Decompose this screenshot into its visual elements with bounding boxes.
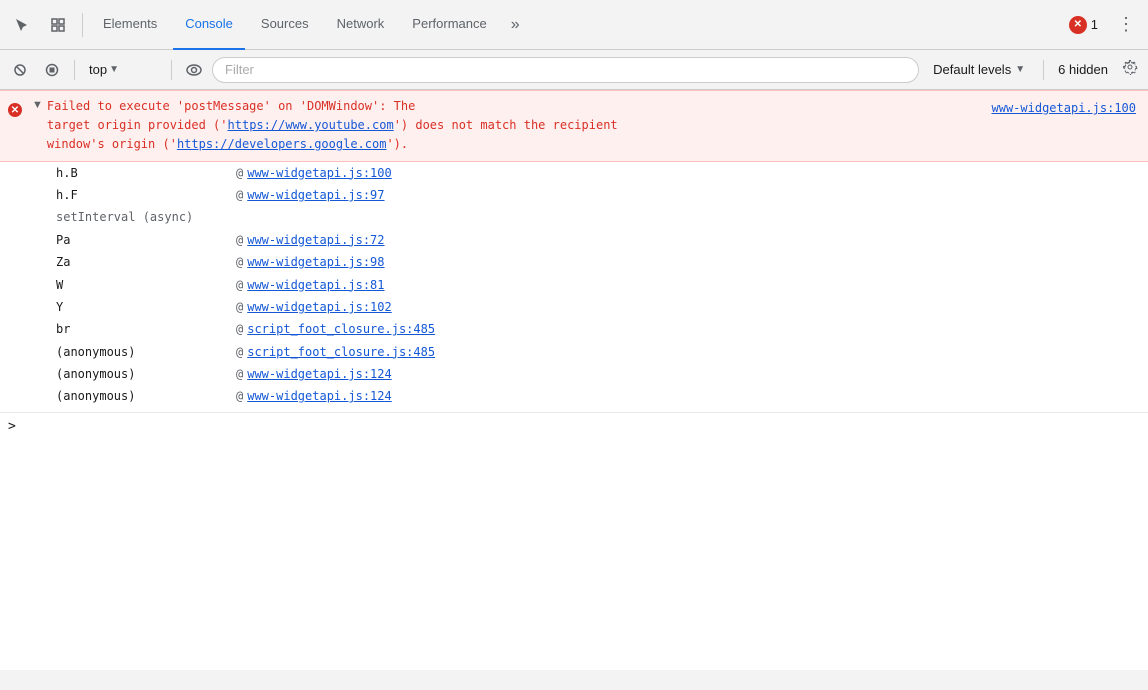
stack-row: br@ script_foot_closure.js:485 bbox=[0, 318, 1148, 340]
stack-row: Y@ www-widgetapi.js:102 bbox=[0, 296, 1148, 318]
tab-more-button[interactable]: » bbox=[503, 0, 528, 50]
stack-function-name: Pa bbox=[56, 230, 236, 250]
error-body: Failed to execute 'postMessage' on 'DOMW… bbox=[47, 97, 992, 155]
levels-arrow-icon: ▼ bbox=[1015, 64, 1025, 75]
console-settings-icon[interactable] bbox=[1118, 55, 1142, 84]
stack-function-name: h.B bbox=[56, 163, 236, 183]
stack-source-link[interactable]: www-widgetapi.js:81 bbox=[247, 275, 384, 295]
stack-at-symbol: @ bbox=[236, 364, 243, 384]
error-message: Failed to execute 'postMessage' on 'DOMW… bbox=[47, 99, 618, 151]
console-toolbar: top ▼ Default levels ▼ 6 hidden bbox=[0, 50, 1148, 90]
tab-network[interactable]: Network bbox=[325, 0, 397, 50]
stack-function-name: (anonymous) bbox=[56, 364, 236, 384]
stack-source-link[interactable]: script_foot_closure.js:485 bbox=[247, 342, 435, 362]
error-source-link[interactable]: www-widgetapi.js:100 bbox=[992, 97, 1148, 115]
toolbar-divider-1 bbox=[82, 13, 83, 37]
stack-at-symbol: @ bbox=[236, 185, 243, 205]
filter-input[interactable] bbox=[212, 57, 919, 83]
error-icon-col: ✕ bbox=[4, 97, 28, 117]
error-entry: ✕ ▼ Failed to execute 'postMessage' on '… bbox=[0, 90, 1148, 162]
devtools-tab-bar: Elements Console Sources Network Perform… bbox=[0, 0, 1148, 50]
stack-row: W@ www-widgetapi.js:81 bbox=[0, 274, 1148, 296]
expand-error-arrow[interactable]: ▼ bbox=[28, 99, 47, 111]
stack-source-link[interactable]: www-widgetapi.js:98 bbox=[247, 252, 384, 272]
stack-source-link[interactable]: script_foot_closure.js:485 bbox=[247, 319, 435, 339]
tab-elements[interactable]: Elements bbox=[91, 0, 169, 50]
stack-row: (anonymous)@ www-widgetapi.js:124 bbox=[0, 385, 1148, 407]
stack-source-link[interactable]: www-widgetapi.js:124 bbox=[247, 386, 392, 406]
stack-at-symbol: @ bbox=[236, 319, 243, 339]
stack-function-name: (anonymous) bbox=[56, 386, 236, 406]
context-label: top bbox=[89, 62, 107, 77]
error-count-badge[interactable]: ✕ 1 bbox=[1061, 14, 1106, 36]
stack-function-name: br bbox=[56, 319, 236, 339]
stack-source-link[interactable]: www-widgetapi.js:72 bbox=[247, 230, 384, 250]
stack-function-name: (anonymous) bbox=[56, 342, 236, 362]
stack-row: (anonymous)@ www-widgetapi.js:124 bbox=[0, 363, 1148, 385]
stop-recording-button[interactable] bbox=[38, 56, 66, 84]
hidden-count-label[interactable]: 6 hidden bbox=[1052, 60, 1114, 79]
error-circle-icon: ✕ bbox=[1069, 16, 1087, 34]
tab-console[interactable]: Console bbox=[173, 0, 245, 50]
console-toolbar-divider-1 bbox=[74, 60, 75, 80]
stack-source-link[interactable]: www-widgetapi.js:97 bbox=[247, 185, 384, 205]
stack-at-symbol: @ bbox=[236, 275, 243, 295]
error-count-label: 1 bbox=[1091, 17, 1098, 32]
stack-frames-container: h.B@ www-widgetapi.js:100h.F@ www-widget… bbox=[0, 162, 1148, 408]
stack-at-symbol: @ bbox=[236, 297, 243, 317]
prompt-chevron-icon: > bbox=[8, 419, 16, 434]
stack-at-symbol: @ bbox=[236, 386, 243, 406]
stack-function-name: W bbox=[56, 275, 236, 295]
console-prompt[interactable]: > bbox=[0, 412, 1148, 440]
log-levels-button[interactable]: Default levels ▼ bbox=[923, 60, 1035, 79]
stack-source-link[interactable]: www-widgetapi.js:124 bbox=[247, 364, 392, 384]
error-link-youtube[interactable]: https://www.youtube.com bbox=[228, 118, 394, 132]
stack-at-symbol: @ bbox=[236, 342, 243, 362]
console-toolbar-divider-3 bbox=[1043, 60, 1044, 80]
context-selector[interactable]: top ▼ bbox=[83, 60, 163, 79]
cursor-icon[interactable] bbox=[6, 9, 38, 41]
stack-row: h.F@ www-widgetapi.js:97 bbox=[0, 184, 1148, 206]
clear-console-button[interactable] bbox=[6, 56, 34, 84]
error-link-google[interactable]: https://developers.google.com bbox=[177, 137, 387, 151]
stack-at-symbol: @ bbox=[236, 230, 243, 250]
stack-row: h.B@ www-widgetapi.js:100 bbox=[0, 162, 1148, 184]
stack-function-name: Y bbox=[56, 297, 236, 317]
tab-performance[interactable]: Performance bbox=[400, 0, 498, 50]
stack-function-name: Za bbox=[56, 252, 236, 272]
stack-source-link[interactable]: www-widgetapi.js:102 bbox=[247, 297, 392, 317]
devtools-menu-button[interactable]: ⋮ bbox=[1110, 9, 1142, 41]
inspect-icon[interactable] bbox=[42, 9, 74, 41]
stack-at-symbol: @ bbox=[236, 163, 243, 183]
console-toolbar-divider-2 bbox=[171, 60, 172, 80]
stack-row: (anonymous)@ script_foot_closure.js:485 bbox=[0, 341, 1148, 363]
stack-row: Za@ www-widgetapi.js:98 bbox=[0, 251, 1148, 273]
stack-function-name: h.F bbox=[56, 185, 236, 205]
tab-sources[interactable]: Sources bbox=[249, 0, 321, 50]
context-dropdown-arrow: ▼ bbox=[109, 64, 119, 75]
console-content: ✕ ▼ Failed to execute 'postMessage' on '… bbox=[0, 90, 1148, 670]
stack-at-symbol: @ bbox=[236, 252, 243, 272]
eye-button[interactable] bbox=[180, 56, 208, 84]
error-icon: ✕ bbox=[8, 103, 22, 117]
stack-row: Pa@ www-widgetapi.js:72 bbox=[0, 229, 1148, 251]
stack-async-separator: setInterval (async) bbox=[0, 206, 1148, 228]
stack-source-link[interactable]: www-widgetapi.js:100 bbox=[247, 163, 392, 183]
